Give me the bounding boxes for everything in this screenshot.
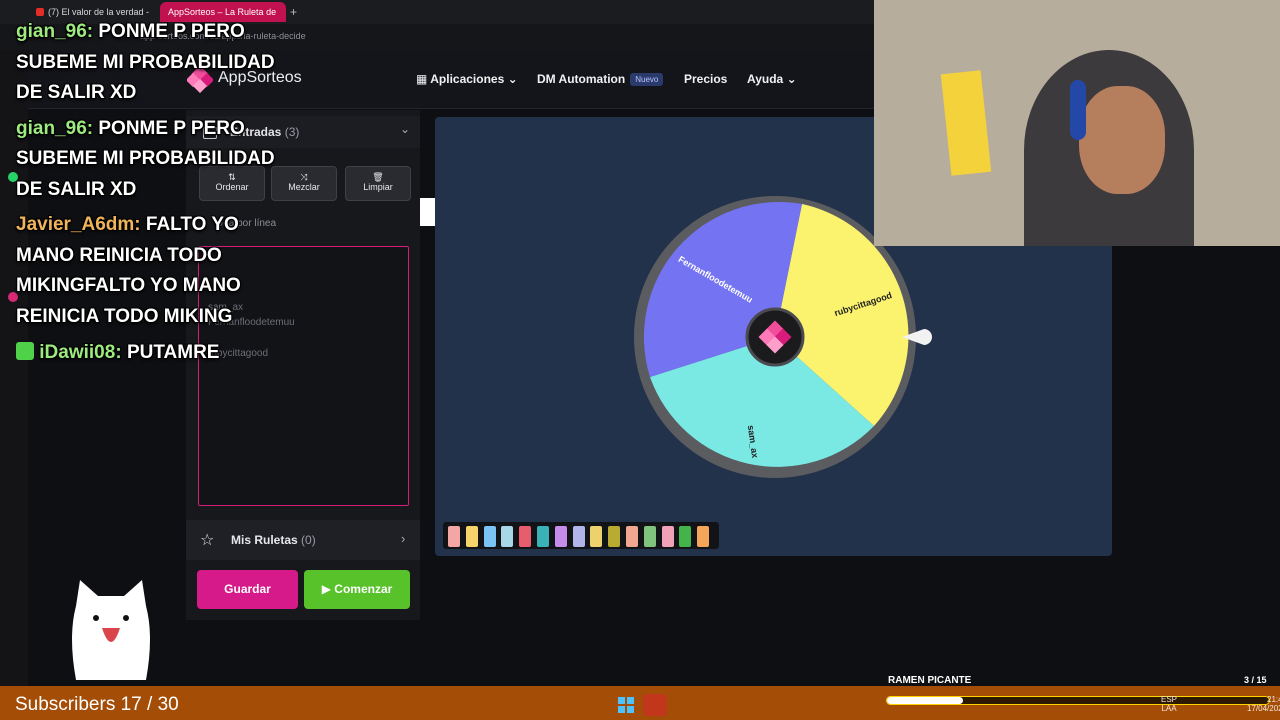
chat-message: Javier_A6dm: FALTO YO (16, 214, 239, 235)
chevron-right-icon: › (401, 531, 406, 546)
subscriber-goal: Subscribers 17 / 30 (15, 694, 179, 715)
chat-message-cont: DE SALIR XD (16, 82, 137, 103)
wall-poster (940, 70, 992, 176)
theme-swatch[interactable] (483, 526, 496, 547)
windows-start-icon[interactable] (618, 697, 634, 713)
song-progress-fill (887, 697, 964, 704)
chat-message: iDawii08: PUTAMRE (16, 337, 219, 368)
wheel-pointer-icon (902, 329, 932, 345)
trash-icon: 🗑 (372, 172, 384, 182)
save-button[interactable]: Guardar (197, 570, 298, 609)
grid-icon: ▦ (416, 72, 431, 86)
chevron-down-icon: ⌄ (783, 72, 797, 86)
youtube-icon (36, 8, 44, 16)
nav-dm-automation[interactable]: DM Automation Nuevo (537, 72, 664, 86)
star-icon: ☆ (200, 532, 215, 549)
chat-message: gian_96: PONME P PERO (16, 21, 245, 42)
collapse-handle[interactable] (420, 198, 435, 226)
webcam-overlay (874, 0, 1280, 246)
gift-icon (16, 342, 34, 360)
chat-message-cont: SUBEME MI PROBABILIDAD (16, 148, 275, 169)
chat-message: gian_96: PONME P PERO (16, 118, 245, 139)
keyboard-language[interactable]: ESP LAA (1161, 695, 1177, 713)
shuffle-button[interactable]: ⤨ Mezclar (271, 166, 337, 201)
song-title: RAMEN PICANTE (888, 675, 972, 686)
new-badge: Nuevo (630, 73, 664, 86)
shuffle-icon: ⤨ (300, 172, 308, 182)
song-count: 3 / 15 (1244, 675, 1267, 685)
chat-message-cont: DE SALIR XD (16, 179, 137, 200)
theme-swatch[interactable] (679, 526, 692, 547)
chat-message-cont: MIKINGFALTO YO MANO (16, 275, 241, 296)
theme-swatch[interactable] (572, 526, 585, 547)
start-button[interactable]: ▶ Comenzar (304, 570, 410, 609)
chat-message-cont: MANO REINICIA TODO (16, 245, 222, 266)
cat-mascot-icon (72, 580, 150, 680)
theme-swatch[interactable] (590, 526, 603, 547)
theme-swatch[interactable] (626, 526, 638, 547)
nav-precios[interactable]: Precios (684, 72, 727, 86)
nav-ayuda[interactable]: Ayuda ⌄ (747, 72, 797, 86)
theme-swatch[interactable] (519, 526, 532, 547)
theme-swatch[interactable] (661, 526, 674, 547)
theme-swatch[interactable] (554, 526, 567, 547)
theme-swatch[interactable] (501, 526, 514, 547)
chevron-down-icon: ⌄ (504, 72, 518, 86)
theme-swatch[interactable] (537, 526, 549, 547)
theme-swatch[interactable] (465, 526, 478, 547)
new-tab-button[interactable]: + (290, 5, 297, 19)
chat-message-cont: SUBEME MI PROBABILIDAD (16, 52, 275, 73)
saved-wheels-title: Mis Ruletas (0) (231, 533, 316, 547)
headset-icon (1070, 80, 1086, 140)
chat-message-cont: REINICIA TODO MIKING (16, 306, 233, 327)
theme-swatch[interactable] (697, 526, 710, 547)
theme-swatch[interactable] (608, 526, 621, 547)
system-clock[interactable]: 21:4117/04/2026 (1247, 695, 1280, 713)
chevron-down-icon[interactable]: ⌄ (400, 122, 410, 136)
theme-swatch[interactable] (643, 526, 656, 547)
song-progress (886, 696, 1270, 705)
clear-button[interactable]: 🗑 Limpiar (345, 166, 411, 201)
opera-taskbar-icon[interactable] (643, 694, 667, 716)
play-icon: ▶ (321, 582, 331, 596)
nav-aplicaciones[interactable]: ▦ Aplicaciones ⌄ (416, 72, 518, 86)
theme-swatch[interactable] (448, 526, 460, 547)
streamer-face (1079, 86, 1165, 194)
